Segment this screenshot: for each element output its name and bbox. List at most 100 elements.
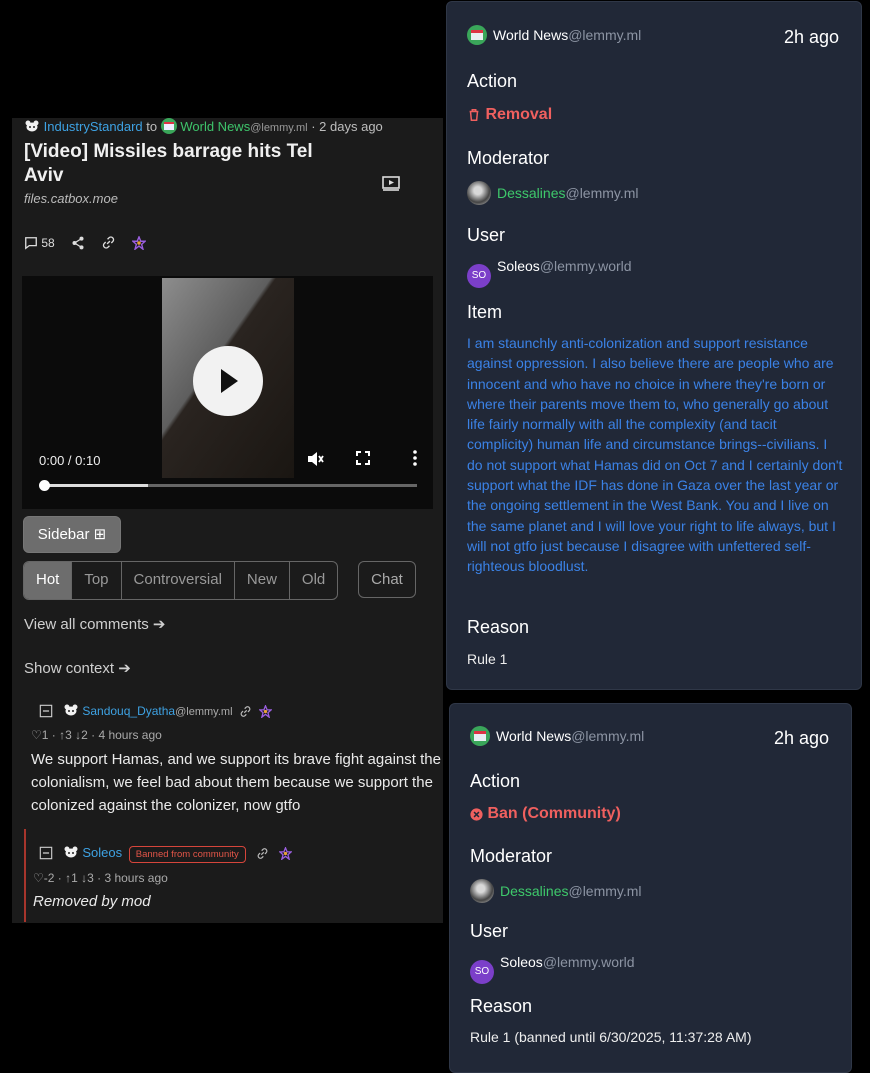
tab-new[interactable]: New (235, 562, 290, 599)
comment-header: Soleos Banned from community (39, 844, 292, 863)
comment-author-link[interactable]: Soleos (82, 845, 122, 860)
post-action-bar: 58 (24, 235, 146, 250)
tab-hot[interactable]: Hot (24, 562, 73, 599)
video-progress-knob[interactable] (39, 480, 50, 491)
fullscreen-icon[interactable] (355, 450, 371, 466)
comment-author-link[interactable]: Sandouq_Dyatha (82, 704, 175, 718)
post-author-link[interactable]: IndustryStandard (44, 119, 143, 134)
tab-controversial[interactable]: Controversial (122, 562, 235, 599)
community-icon (470, 726, 490, 746)
sort-tabs: Hot Top Controversial New Old (23, 561, 339, 600)
community-icon (160, 118, 177, 134)
action-value: Ban (Community) (470, 805, 621, 823)
tab-top[interactable]: Top (72, 562, 122, 599)
community-name: World News (496, 728, 572, 744)
comment-body: We support Hamas, and we support its bra… (31, 751, 441, 814)
comments-button[interactable]: 58 (24, 236, 55, 250)
moderator-label: Moderator (470, 846, 553, 866)
tab-old[interactable]: Old (290, 562, 337, 599)
banned-badge: Banned from community (128, 846, 246, 863)
user-label: User (470, 921, 509, 941)
fediverse-icon[interactable] (278, 847, 292, 860)
user-name: Soleos (500, 954, 543, 970)
moderator-label: Moderator (467, 148, 550, 168)
share-icon[interactable] (71, 236, 85, 250)
collapse-icon[interactable] (39, 846, 53, 860)
comment-icon (25, 236, 37, 250)
sidebar-button[interactable]: Sidebar ⊞ (23, 516, 121, 553)
link-icon[interactable] (239, 705, 252, 718)
action-text: Ban (Community) (487, 805, 621, 822)
community-instance: @lemmy.ml (568, 27, 642, 43)
to-text: to (146, 119, 158, 134)
action-label: Action (467, 71, 518, 91)
play-icon[interactable] (193, 346, 263, 416)
bear-avatar-icon (25, 120, 39, 132)
post-community-instance: @lemmy.ml (250, 122, 308, 134)
moderator-instance: @lemmy.ml (568, 883, 642, 899)
modlog-community[interactable]: World News@lemmy.ml (470, 726, 644, 746)
fediverse-icon[interactable] (131, 235, 146, 250)
video-icon[interactable] (382, 175, 400, 191)
comment-author-instance: @lemmy.ml (175, 706, 233, 718)
moderator-link[interactable]: Dessalines@lemmy.ml (467, 181, 639, 205)
link-icon[interactable] (256, 847, 269, 860)
comment-votes[interactable]: ♡1 · ↑3 ↓2 · 4 hours ago (31, 728, 162, 742)
post-panel: IndustryStandard to World News@lemmy.ml … (12, 118, 443, 923)
moderator-avatar (470, 879, 494, 903)
action-text: Removal (485, 106, 553, 123)
more-icon[interactable] (412, 450, 418, 466)
moderator-name: Dessalines (497, 185, 566, 201)
post-meta: IndustryStandard to World News@lemmy.ml … (24, 118, 383, 134)
moderator-link[interactable]: Dessalines@lemmy.ml (470, 879, 642, 903)
community-name: World News (493, 27, 569, 43)
chat-button[interactable]: Chat (358, 561, 416, 598)
avatar: SO (470, 960, 494, 984)
avatar: SO (467, 264, 491, 288)
bear-avatar-icon (64, 846, 78, 858)
item-link[interactable]: I am staunchly anti-colonization and sup… (467, 333, 843, 577)
trash-icon (469, 109, 479, 121)
community-icon (467, 25, 487, 45)
modlog-community[interactable]: World News@lemmy.ml (467, 25, 641, 45)
comment-votes[interactable]: ♡-2 · ↑1 ↓3 · 3 hours ago (33, 871, 168, 885)
post-title[interactable]: [Video] Missiles barrage hits Tel Aviv (24, 140, 354, 188)
action-label: Action (470, 771, 521, 791)
video-time: 0:00 / 0:10 (39, 453, 101, 468)
modlog-time: 2h ago (783, 27, 839, 47)
post-community-link[interactable]: World News (180, 119, 250, 134)
modlog-entry: World News@lemmy.ml 2h ago Action Remova… (446, 1, 862, 690)
comment-header: Sandouq_Dyatha@lemmy.ml (39, 702, 272, 718)
view-all-comments-link[interactable]: View all comments ➔ (24, 615, 166, 633)
show-context-link[interactable]: Show context ➔ (24, 659, 131, 677)
video-progress-fill (44, 484, 149, 487)
x-circle-icon (470, 808, 483, 821)
video-player[interactable]: 0:00 / 0:10 (22, 276, 433, 509)
bear-avatar-icon (64, 704, 78, 716)
reason-label: Reason (470, 996, 533, 1016)
moderator-avatar (467, 181, 491, 205)
link-icon[interactable] (101, 235, 116, 250)
reason-text: Rule 1 (banned until 6/30/2025, 11:37:28… (470, 1029, 752, 1045)
collapse-icon[interactable] (39, 704, 53, 718)
fediverse-icon[interactable] (258, 705, 272, 718)
item-label: Item (467, 302, 503, 322)
mute-icon[interactable] (306, 450, 324, 468)
comment-thread-rail (24, 829, 26, 922)
moderator-name: Dessalines (500, 883, 569, 899)
post-time: · 2 days ago (311, 119, 383, 134)
video-progress-bar[interactable] (39, 480, 417, 491)
moderator-instance: @lemmy.ml (565, 185, 639, 201)
user-label: User (467, 225, 506, 245)
user-instance: @lemmy.world (539, 258, 632, 274)
comment-removed-notice: Removed by mod (33, 893, 151, 910)
user-link[interactable]: SO Soleos@lemmy.world (467, 258, 632, 288)
community-instance: @lemmy.ml (571, 728, 645, 744)
user-name: Soleos (497, 258, 540, 274)
post-domain[interactable]: files.catbox.moe (24, 191, 118, 206)
reason-label: Reason (467, 617, 530, 637)
action-value: Removal (467, 106, 552, 124)
reason-text: Rule 1 (467, 651, 508, 667)
user-link[interactable]: SO Soleos@lemmy.world (470, 954, 635, 984)
user-instance: @lemmy.world (542, 954, 635, 970)
